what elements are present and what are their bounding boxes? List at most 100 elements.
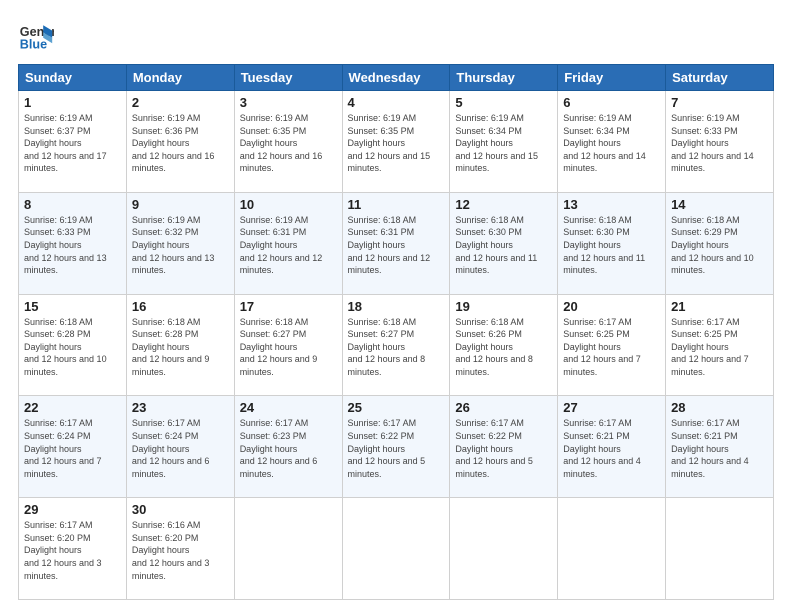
day-number: 6: [563, 95, 660, 110]
day-info: Sunrise: 6:18 AM Sunset: 6:27 PM Dayligh…: [348, 316, 445, 379]
day-info: Sunrise: 6:17 AM Sunset: 6:25 PM Dayligh…: [671, 316, 768, 379]
day-number: 15: [24, 299, 121, 314]
calendar-week-row: 15 Sunrise: 6:18 AM Sunset: 6:28 PM Dayl…: [19, 294, 774, 396]
calendar-cell: 5 Sunrise: 6:19 AM Sunset: 6:34 PM Dayli…: [450, 91, 558, 193]
calendar-cell: 26 Sunrise: 6:17 AM Sunset: 6:22 PM Dayl…: [450, 396, 558, 498]
day-number: 9: [132, 197, 229, 212]
col-header-monday: Monday: [126, 65, 234, 91]
day-number: 21: [671, 299, 768, 314]
day-number: 30: [132, 502, 229, 517]
calendar-cell: 11 Sunrise: 6:18 AM Sunset: 6:31 PM Dayl…: [342, 192, 450, 294]
calendar-cell: [666, 498, 774, 600]
calendar-cell: [234, 498, 342, 600]
day-info: Sunrise: 6:18 AM Sunset: 6:28 PM Dayligh…: [24, 316, 121, 379]
day-number: 5: [455, 95, 552, 110]
day-number: 13: [563, 197, 660, 212]
day-info: Sunrise: 6:16 AM Sunset: 6:20 PM Dayligh…: [132, 519, 229, 582]
day-info: Sunrise: 6:18 AM Sunset: 6:28 PM Dayligh…: [132, 316, 229, 379]
day-info: Sunrise: 6:18 AM Sunset: 6:27 PM Dayligh…: [240, 316, 337, 379]
day-number: 2: [132, 95, 229, 110]
col-header-thursday: Thursday: [450, 65, 558, 91]
day-info: Sunrise: 6:19 AM Sunset: 6:35 PM Dayligh…: [240, 112, 337, 175]
calendar-cell: [450, 498, 558, 600]
day-number: 26: [455, 400, 552, 415]
col-header-sunday: Sunday: [19, 65, 127, 91]
day-info: Sunrise: 6:19 AM Sunset: 6:36 PM Dayligh…: [132, 112, 229, 175]
calendar-header-row: SundayMondayTuesdayWednesdayThursdayFrid…: [19, 65, 774, 91]
day-number: 18: [348, 299, 445, 314]
header: General Blue: [18, 18, 774, 54]
day-info: Sunrise: 6:18 AM Sunset: 6:30 PM Dayligh…: [455, 214, 552, 277]
day-number: 22: [24, 400, 121, 415]
calendar-cell: [342, 498, 450, 600]
calendar-cell: 8 Sunrise: 6:19 AM Sunset: 6:33 PM Dayli…: [19, 192, 127, 294]
calendar-cell: 16 Sunrise: 6:18 AM Sunset: 6:28 PM Dayl…: [126, 294, 234, 396]
calendar-cell: 7 Sunrise: 6:19 AM Sunset: 6:33 PM Dayli…: [666, 91, 774, 193]
calendar-cell: 3 Sunrise: 6:19 AM Sunset: 6:35 PM Dayli…: [234, 91, 342, 193]
calendar-page: General Blue SundayMondayTuesdayWednesda…: [0, 0, 792, 612]
day-number: 12: [455, 197, 552, 212]
calendar-cell: 18 Sunrise: 6:18 AM Sunset: 6:27 PM Dayl…: [342, 294, 450, 396]
day-info: Sunrise: 6:19 AM Sunset: 6:35 PM Dayligh…: [348, 112, 445, 175]
day-number: 1: [24, 95, 121, 110]
day-number: 4: [348, 95, 445, 110]
day-number: 24: [240, 400, 337, 415]
calendar-week-row: 22 Sunrise: 6:17 AM Sunset: 6:24 PM Dayl…: [19, 396, 774, 498]
day-info: Sunrise: 6:19 AM Sunset: 6:34 PM Dayligh…: [563, 112, 660, 175]
col-header-friday: Friday: [558, 65, 666, 91]
calendar-cell: 15 Sunrise: 6:18 AM Sunset: 6:28 PM Dayl…: [19, 294, 127, 396]
day-info: Sunrise: 6:19 AM Sunset: 6:33 PM Dayligh…: [24, 214, 121, 277]
logo-icon: General Blue: [18, 18, 54, 54]
calendar-cell: 25 Sunrise: 6:17 AM Sunset: 6:22 PM Dayl…: [342, 396, 450, 498]
calendar-cell: 29 Sunrise: 6:17 AM Sunset: 6:20 PM Dayl…: [19, 498, 127, 600]
calendar-cell: 9 Sunrise: 6:19 AM Sunset: 6:32 PM Dayli…: [126, 192, 234, 294]
calendar-cell: 1 Sunrise: 6:19 AM Sunset: 6:37 PM Dayli…: [19, 91, 127, 193]
calendar-cell: 21 Sunrise: 6:17 AM Sunset: 6:25 PM Dayl…: [666, 294, 774, 396]
day-number: 19: [455, 299, 552, 314]
day-number: 28: [671, 400, 768, 415]
calendar-cell: 17 Sunrise: 6:18 AM Sunset: 6:27 PM Dayl…: [234, 294, 342, 396]
day-info: Sunrise: 6:18 AM Sunset: 6:29 PM Dayligh…: [671, 214, 768, 277]
day-info: Sunrise: 6:18 AM Sunset: 6:31 PM Dayligh…: [348, 214, 445, 277]
col-header-saturday: Saturday: [666, 65, 774, 91]
day-info: Sunrise: 6:19 AM Sunset: 6:32 PM Dayligh…: [132, 214, 229, 277]
day-number: 16: [132, 299, 229, 314]
day-info: Sunrise: 6:17 AM Sunset: 6:22 PM Dayligh…: [348, 417, 445, 480]
day-number: 14: [671, 197, 768, 212]
logo: General Blue: [18, 18, 54, 54]
day-info: Sunrise: 6:19 AM Sunset: 6:37 PM Dayligh…: [24, 112, 121, 175]
calendar-cell: 4 Sunrise: 6:19 AM Sunset: 6:35 PM Dayli…: [342, 91, 450, 193]
calendar-cell: 12 Sunrise: 6:18 AM Sunset: 6:30 PM Dayl…: [450, 192, 558, 294]
col-header-wednesday: Wednesday: [342, 65, 450, 91]
calendar-cell: 24 Sunrise: 6:17 AM Sunset: 6:23 PM Dayl…: [234, 396, 342, 498]
calendar-cell: 28 Sunrise: 6:17 AM Sunset: 6:21 PM Dayl…: [666, 396, 774, 498]
day-number: 17: [240, 299, 337, 314]
svg-text:Blue: Blue: [20, 38, 47, 52]
day-number: 10: [240, 197, 337, 212]
calendar-week-row: 1 Sunrise: 6:19 AM Sunset: 6:37 PM Dayli…: [19, 91, 774, 193]
calendar-cell: 2 Sunrise: 6:19 AM Sunset: 6:36 PM Dayli…: [126, 91, 234, 193]
day-info: Sunrise: 6:17 AM Sunset: 6:24 PM Dayligh…: [24, 417, 121, 480]
day-info: Sunrise: 6:18 AM Sunset: 6:26 PM Dayligh…: [455, 316, 552, 379]
calendar-week-row: 8 Sunrise: 6:19 AM Sunset: 6:33 PM Dayli…: [19, 192, 774, 294]
calendar-table: SundayMondayTuesdayWednesdayThursdayFrid…: [18, 64, 774, 600]
day-number: 29: [24, 502, 121, 517]
day-info: Sunrise: 6:17 AM Sunset: 6:21 PM Dayligh…: [563, 417, 660, 480]
day-number: 20: [563, 299, 660, 314]
day-number: 23: [132, 400, 229, 415]
calendar-cell: 14 Sunrise: 6:18 AM Sunset: 6:29 PM Dayl…: [666, 192, 774, 294]
calendar-cell: 27 Sunrise: 6:17 AM Sunset: 6:21 PM Dayl…: [558, 396, 666, 498]
calendar-body: 1 Sunrise: 6:19 AM Sunset: 6:37 PM Dayli…: [19, 91, 774, 600]
day-number: 27: [563, 400, 660, 415]
calendar-cell: 20 Sunrise: 6:17 AM Sunset: 6:25 PM Dayl…: [558, 294, 666, 396]
day-info: Sunrise: 6:19 AM Sunset: 6:33 PM Dayligh…: [671, 112, 768, 175]
day-info: Sunrise: 6:19 AM Sunset: 6:34 PM Dayligh…: [455, 112, 552, 175]
calendar-week-row: 29 Sunrise: 6:17 AM Sunset: 6:20 PM Dayl…: [19, 498, 774, 600]
day-number: 7: [671, 95, 768, 110]
calendar-cell: 10 Sunrise: 6:19 AM Sunset: 6:31 PM Dayl…: [234, 192, 342, 294]
day-number: 11: [348, 197, 445, 212]
calendar-cell: 13 Sunrise: 6:18 AM Sunset: 6:30 PM Dayl…: [558, 192, 666, 294]
day-number: 25: [348, 400, 445, 415]
day-number: 3: [240, 95, 337, 110]
day-number: 8: [24, 197, 121, 212]
